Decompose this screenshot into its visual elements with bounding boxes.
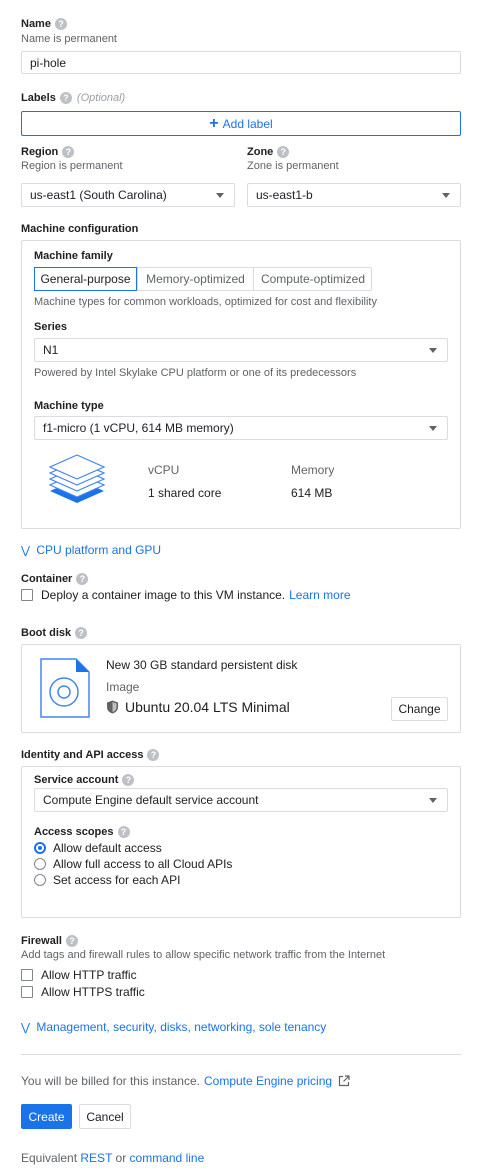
optional-tag: (Optional) bbox=[76, 92, 126, 104]
help-icon[interactable]: ? bbox=[59, 92, 72, 105]
plus-icon: + bbox=[209, 114, 219, 132]
tab-compute-optimized[interactable]: Compute-optimized bbox=[253, 268, 372, 290]
https-option: Allow HTTPS traffic bbox=[21, 985, 145, 999]
container-option: Deploy a container image to this VM inst… bbox=[21, 588, 351, 602]
help-icon[interactable]: ? bbox=[65, 935, 78, 948]
tab-memory-optimized[interactable]: Memory-optimized bbox=[137, 268, 253, 290]
divider bbox=[21, 1054, 461, 1055]
radio[interactable] bbox=[34, 858, 46, 870]
cancel-button[interactable]: Cancel bbox=[79, 1104, 131, 1129]
http-checkbox[interactable] bbox=[21, 969, 33, 981]
scope-option-full[interactable]: Allow full access to all Cloud APIs bbox=[34, 857, 232, 871]
boot-disk-label: Boot disk? bbox=[21, 627, 88, 640]
memory-header: Memory bbox=[291, 463, 335, 477]
chevron-down-icon: ⋁ bbox=[21, 1022, 31, 1034]
boot-disk-title: New 30 GB standard persistent disk bbox=[106, 658, 298, 672]
disk-icon bbox=[40, 658, 90, 718]
boot-disk-card: New 30 GB standard persistent disk Image… bbox=[21, 644, 461, 733]
help-icon[interactable]: ? bbox=[147, 749, 160, 762]
change-button[interactable]: Change bbox=[391, 697, 448, 721]
external-link-icon[interactable] bbox=[338, 1075, 350, 1087]
dropdown-caret-icon bbox=[442, 192, 450, 198]
tab-general-purpose[interactable]: General-purpose bbox=[34, 267, 137, 291]
billing-note: You will be billed for this instance. Co… bbox=[21, 1074, 350, 1088]
container-label: Container? bbox=[21, 573, 89, 586]
machine-config-card: Machine family General-purpose Memory-op… bbox=[21, 240, 461, 529]
dropdown-caret-icon bbox=[216, 192, 224, 198]
region-label: Region? bbox=[21, 146, 75, 159]
series-select[interactable]: N1 bbox=[34, 338, 448, 362]
memory-value: 614 MB bbox=[291, 486, 333, 500]
add-label-button[interactable]: + Add label bbox=[21, 111, 461, 136]
firewall-label: Firewall? bbox=[21, 935, 78, 948]
create-button[interactable]: Create bbox=[21, 1104, 72, 1129]
https-checkbox[interactable] bbox=[21, 986, 33, 998]
container-checkbox[interactable] bbox=[21, 589, 33, 601]
machine-family-label: Machine family bbox=[34, 250, 113, 262]
boot-disk-image-label: Image bbox=[106, 680, 140, 694]
dropdown-caret-icon bbox=[429, 347, 437, 353]
help-icon[interactable]: ? bbox=[122, 774, 135, 787]
rest-link[interactable]: REST bbox=[80, 1151, 112, 1165]
shield-icon bbox=[107, 700, 118, 714]
zone-select[interactable]: us-east1-b bbox=[247, 183, 461, 207]
name-sublabel: Name is permanent bbox=[21, 33, 117, 45]
series-label: Series bbox=[34, 321, 68, 333]
help-icon[interactable]: ? bbox=[76, 573, 89, 586]
identity-card: Service account? Compute Engine default … bbox=[21, 766, 461, 918]
pricing-link[interactable]: Compute Engine pricing bbox=[204, 1074, 332, 1088]
name-input[interactable]: pi-hole bbox=[21, 51, 461, 74]
vcpu-header: vCPU bbox=[148, 463, 180, 477]
learn-more-link[interactable]: Learn more bbox=[289, 588, 350, 602]
radio-selected[interactable] bbox=[34, 842, 46, 854]
dropdown-caret-icon bbox=[429, 797, 437, 803]
boot-disk-image: Ubuntu 20.04 LTS Minimal bbox=[106, 699, 290, 715]
region-sublabel: Region is permanent bbox=[21, 160, 123, 172]
service-account-label: Service account? bbox=[34, 774, 135, 787]
machine-stack-icon bbox=[46, 451, 108, 517]
machine-type-label: Machine type bbox=[34, 400, 104, 412]
vcpu-value: 1 shared core bbox=[148, 486, 222, 500]
chevron-down-icon: ⋁ bbox=[21, 545, 31, 557]
help-icon[interactable]: ? bbox=[54, 18, 67, 31]
machine-config-heading: Machine configuration bbox=[21, 223, 139, 235]
help-icon[interactable]: ? bbox=[277, 146, 290, 159]
http-option: Allow HTTP traffic bbox=[21, 968, 137, 982]
command-line-link[interactable]: command line bbox=[130, 1151, 205, 1165]
equivalent-footer: Equivalent REST or command line bbox=[21, 1151, 205, 1165]
zone-sublabel: Zone is permanent bbox=[247, 160, 339, 172]
series-description: Powered by Intel Skylake CPU platform or… bbox=[34, 367, 357, 379]
management-link[interactable]: ⋁ Management, security, disks, networkin… bbox=[21, 1020, 326, 1034]
dropdown-caret-icon bbox=[429, 425, 437, 431]
machine-type-select[interactable]: f1-micro (1 vCPU, 614 MB memory) bbox=[34, 416, 448, 440]
firewall-description: Add tags and firewall rules to allow spe… bbox=[21, 949, 386, 961]
help-icon[interactable]: ? bbox=[117, 826, 130, 839]
cpu-platform-link[interactable]: ⋁ CPU platform and GPU bbox=[21, 543, 161, 557]
zone-label: Zone? bbox=[247, 146, 290, 159]
access-scopes-label: Access scopes? bbox=[34, 826, 130, 839]
machine-family-tabs: General-purpose Memory-optimized Compute… bbox=[34, 267, 372, 291]
region-select[interactable]: us-east1 (South Carolina) bbox=[21, 183, 235, 207]
help-icon[interactable]: ? bbox=[75, 627, 88, 640]
machine-family-description: Machine types for common workloads, opti… bbox=[34, 296, 377, 308]
help-icon[interactable]: ? bbox=[62, 146, 75, 159]
scope-option-each[interactable]: Set access for each API bbox=[34, 873, 180, 887]
radio[interactable] bbox=[34, 874, 46, 886]
identity-heading: Identity and API access? bbox=[21, 749, 160, 762]
labels-label: Labels? (Optional) bbox=[21, 92, 126, 105]
scope-option-default[interactable]: Allow default access bbox=[34, 841, 162, 855]
name-label: Name? bbox=[21, 18, 67, 31]
service-account-select[interactable]: Compute Engine default service account bbox=[34, 788, 448, 812]
